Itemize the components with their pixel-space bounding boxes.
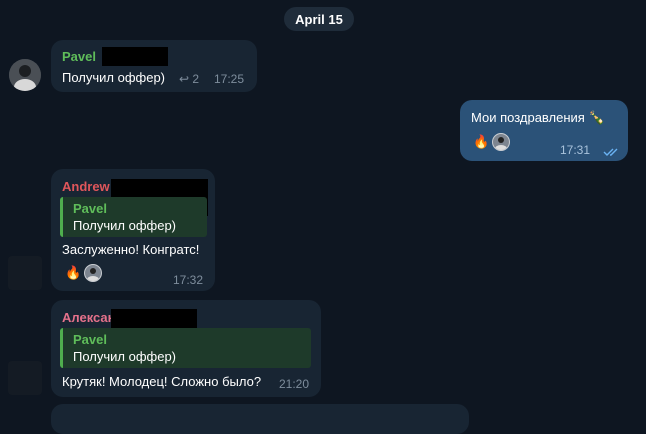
reaction-avatar — [492, 133, 510, 151]
message-text: Крутяк! Молодец! Сложно было? — [62, 374, 262, 389]
redacted-area — [102, 47, 168, 66]
sender-name[interactable]: Andrew — [62, 179, 110, 194]
avatar-aleksan[interactable] — [8, 361, 42, 395]
message-time: 17:25 — [214, 72, 245, 86]
message-bubble-aleksan[interactable]: Алексан Pavel Получил оффер) Крутяк! Мол… — [51, 300, 321, 397]
message-bubble-andrew[interactable]: Andrew Pavel Получил оффер) Заслуженно! … — [51, 169, 215, 291]
sender-name[interactable]: Алексан — [62, 310, 116, 325]
message-time: 17:31 — [560, 143, 591, 157]
reply-quote-name: Pavel — [73, 332, 107, 347]
date-separator: April 15 — [284, 7, 354, 31]
message-text: Заслуженно! Конгратс! — [62, 242, 200, 257]
reply-quote-name: Pavel — [73, 201, 107, 216]
message-time: 17:32 — [173, 273, 204, 287]
sender-name[interactable]: Pavel — [62, 49, 96, 64]
message-bubble-outgoing[interactable]: Мои поздравления 🍾 🔥 17:31 — [460, 100, 628, 161]
reaction-avatar — [84, 264, 102, 282]
double-check-icon — [603, 144, 621, 162]
avatar-pavel[interactable] — [9, 59, 41, 91]
message-bubble-partial[interactable] — [51, 404, 469, 434]
reply-quote-text: Получил оффер) — [73, 218, 177, 233]
message-bubble-pavel[interactable]: Pavel Получил оффер) ↩ 2 17:25 — [51, 40, 257, 92]
message-time: 21:20 — [279, 377, 310, 391]
avatar-andrew[interactable] — [8, 256, 42, 290]
reply-quote-text: Получил оффер) — [73, 349, 177, 364]
message-text: Мои поздравления 🍾 — [471, 110, 605, 125]
reply-quote[interactable]: Pavel Получил оффер) — [60, 328, 311, 368]
thread-replies-counter[interactable]: ↩ 2 — [179, 72, 199, 86]
reaction-fire[interactable]: 🔥 — [65, 265, 81, 281]
reaction-fire[interactable]: 🔥 — [473, 134, 489, 150]
reply-quote[interactable]: Pavel Получил оффер) — [60, 197, 207, 237]
message-text: Получил оффер) — [62, 70, 166, 85]
